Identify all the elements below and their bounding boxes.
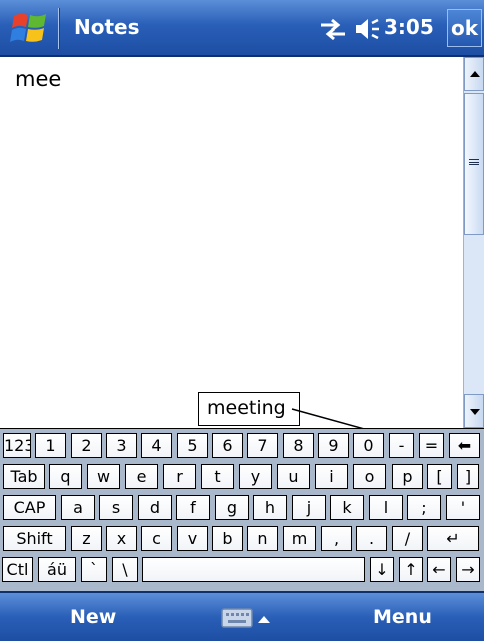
key-áü[interactable]: áü (38, 557, 76, 582)
key-s[interactable]: s (99, 495, 133, 520)
key-tab[interactable]: Tab (3, 464, 45, 489)
scroll-thumb[interactable] (464, 93, 484, 235)
key-u[interactable]: u (277, 464, 310, 489)
menu-bar: New Menu (0, 591, 484, 641)
key-r[interactable]: r (163, 464, 196, 489)
key-e[interactable]: e (125, 464, 158, 489)
key-cap[interactable]: CAP (3, 495, 56, 520)
key-6[interactable]: 6 (212, 433, 243, 458)
scroll-up-button[interactable] (464, 57, 484, 91)
arrow-right-key[interactable]: → (456, 557, 480, 582)
key-x[interactable]: x (106, 526, 137, 551)
key-2[interactable]: 2 (71, 433, 102, 458)
key-c[interactable]: c (141, 526, 172, 551)
key-3[interactable]: 3 (106, 433, 137, 458)
key-/[interactable]: / (392, 526, 423, 551)
word-suggestion[interactable]: meeting (198, 392, 300, 426)
title-bar: Notes 3:05 ok (0, 0, 484, 57)
key-=[interactable]: = (419, 433, 444, 458)
key-.[interactable]: . (356, 526, 387, 551)
key-d[interactable]: d (138, 495, 172, 520)
key-j[interactable]: j (292, 495, 326, 520)
key-n[interactable]: n (247, 526, 278, 551)
key-][interactable]: ] (457, 464, 479, 489)
key-p[interactable]: p (392, 464, 423, 489)
key-123[interactable]: 123 (3, 433, 31, 458)
key-z[interactable]: z (71, 526, 102, 551)
note-document[interactable]: mee (0, 57, 463, 428)
key-a[interactable]: a (61, 495, 95, 520)
new-button[interactable]: New (70, 606, 116, 628)
key-8[interactable]: 8 (283, 433, 314, 458)
enter-key[interactable]: ↵ (427, 526, 479, 551)
key-4[interactable]: 4 (141, 433, 172, 458)
key-t[interactable]: t (201, 464, 234, 489)
key-5[interactable]: 5 (177, 433, 208, 458)
space-key[interactable] (142, 557, 365, 582)
keyboard-icon[interactable] (220, 603, 286, 633)
arrow-up-key[interactable]: ↑ (399, 557, 423, 582)
key-1[interactable]: 1 (35, 433, 66, 458)
arrow-left-key[interactable]: ← (427, 557, 451, 582)
note-text[interactable]: mee (15, 67, 61, 91)
soft-keyboard: 1231234567890-=⬅ Tabqwertyuiop[] CAPasdf… (0, 428, 484, 591)
key-ctl[interactable]: Ctl (2, 557, 33, 582)
vertical-scrollbar[interactable] (463, 57, 484, 428)
windows-start-icon[interactable] (10, 10, 50, 48)
ok-button[interactable]: ok (447, 9, 482, 47)
clock[interactable]: 3:05 (384, 15, 434, 39)
backspace-key[interactable]: ⬅ (449, 433, 480, 458)
scroll-grip-icon (469, 159, 479, 165)
arrow-down-key[interactable]: ↓ (370, 557, 394, 582)
key-shift[interactable]: Shift (3, 526, 66, 551)
key-'[interactable]: ' (446, 495, 480, 520)
scroll-down-button[interactable] (464, 394, 484, 428)
key-o[interactable]: o (353, 464, 386, 489)
title-divider (58, 8, 60, 49)
key-q[interactable]: q (49, 464, 82, 489)
key-9[interactable]: 9 (318, 433, 349, 458)
key-0[interactable]: 0 (353, 433, 384, 458)
volume-icon[interactable] (354, 16, 382, 42)
key-`[interactable]: ` (81, 557, 107, 582)
key-7[interactable]: 7 (247, 433, 278, 458)
app-title: Notes (74, 15, 140, 39)
connectivity-icon[interactable] (318, 16, 348, 42)
key-,[interactable]: , (321, 526, 352, 551)
menu-button[interactable]: Menu (373, 606, 432, 628)
key-b[interactable]: b (212, 526, 243, 551)
key-w[interactable]: w (87, 464, 120, 489)
key-f[interactable]: f (176, 495, 210, 520)
key-;[interactable]: ; (407, 495, 441, 520)
key-v[interactable]: v (177, 526, 208, 551)
key-y[interactable]: y (239, 464, 272, 489)
key-k[interactable]: k (330, 495, 364, 520)
key-\[interactable]: \ (112, 557, 138, 582)
key-h[interactable]: h (253, 495, 287, 520)
key--[interactable]: - (389, 433, 414, 458)
key-[[interactable]: [ (427, 464, 452, 489)
key-l[interactable]: l (369, 495, 403, 520)
key-m[interactable]: m (283, 526, 316, 551)
key-g[interactable]: g (215, 495, 249, 520)
key-i[interactable]: i (315, 464, 348, 489)
